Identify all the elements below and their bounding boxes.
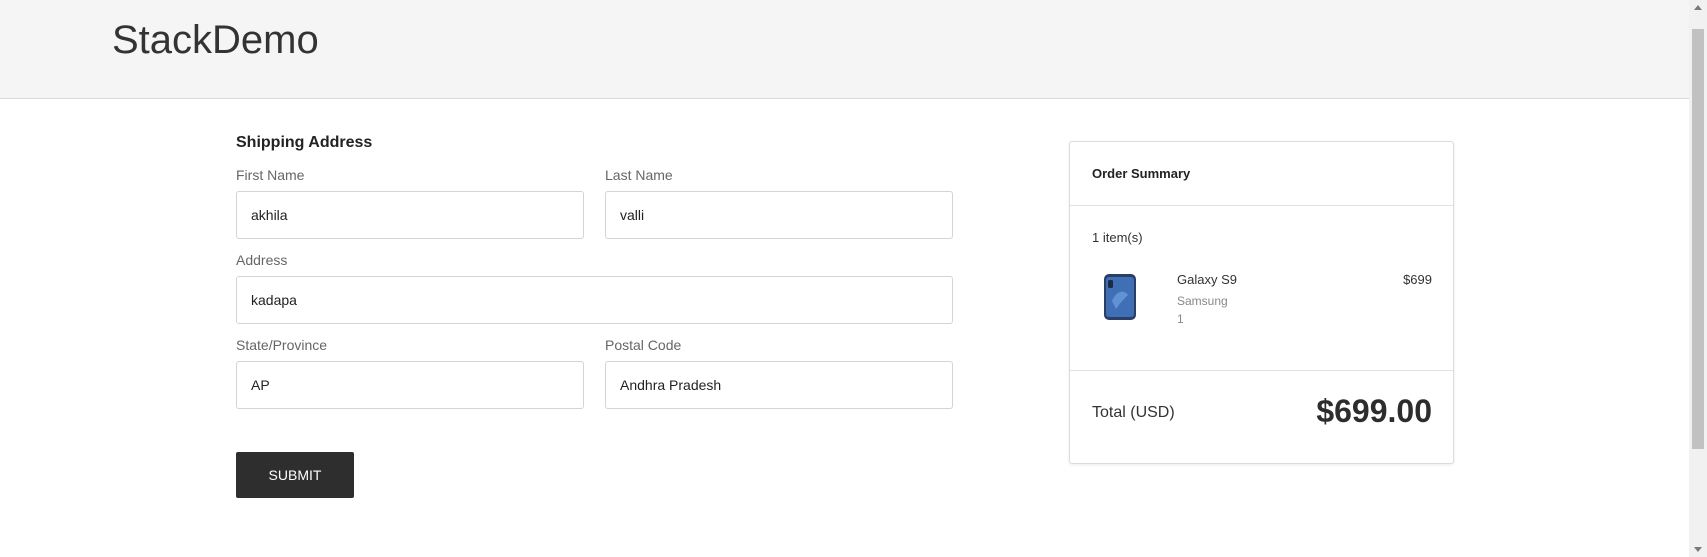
last-name-label: Last Name bbox=[605, 167, 673, 183]
state-label: State/Province bbox=[236, 337, 328, 353]
first-name-input[interactable] bbox=[236, 191, 584, 239]
last-name-input[interactable] bbox=[605, 191, 953, 239]
postal-code-input[interactable] bbox=[605, 361, 953, 409]
logo[interactable]: StackDemo bbox=[112, 18, 319, 63]
first-name-label: First Name bbox=[236, 167, 305, 183]
page: StackDemo Shipping Address First Name La… bbox=[0, 0, 1707, 557]
total-value: $699.00 bbox=[1316, 393, 1432, 429]
shipping-form: Shipping Address bbox=[236, 134, 953, 152]
first-name-group: First Name bbox=[236, 167, 584, 239]
postal-code-label: Postal Code bbox=[605, 337, 682, 353]
product-name: Galaxy S9 bbox=[1177, 272, 1237, 287]
item-count: 1 item(s) bbox=[1092, 230, 1143, 245]
order-summary-items: 1 item(s) Galaxy S9 Samsung 1 $699 bbox=[1070, 206, 1453, 371]
address-group: Address bbox=[236, 252, 953, 324]
total-label: Total (USD) bbox=[1092, 404, 1175, 421]
scroll-down-arrow-icon[interactable] bbox=[1694, 547, 1702, 552]
order-summary-title: Order Summary bbox=[1070, 142, 1453, 206]
postal-code-group: Postal Code bbox=[605, 337, 953, 409]
state-input[interactable] bbox=[236, 361, 584, 409]
submit-button[interactable]: SUBMIT bbox=[236, 452, 354, 498]
scroll-thumb[interactable] bbox=[1692, 29, 1704, 449]
product-brand: Samsung bbox=[1177, 294, 1228, 308]
product-quantity: 1 bbox=[1177, 312, 1184, 326]
vertical-scrollbar[interactable] bbox=[1689, 0, 1707, 557]
order-summary-card: Order Summary 1 item(s) Galaxy S9 Samsun… bbox=[1069, 141, 1454, 464]
last-name-group: Last Name bbox=[605, 167, 953, 239]
scroll-up-arrow-icon[interactable] bbox=[1694, 5, 1702, 10]
product-price: $699 bbox=[1403, 272, 1432, 287]
address-input[interactable] bbox=[236, 276, 953, 324]
state-group: State/Province bbox=[236, 337, 584, 409]
phone-image-icon bbox=[1102, 273, 1138, 321]
shipping-title: Shipping Address bbox=[236, 134, 373, 151]
top-bar: StackDemo bbox=[0, 0, 1689, 99]
address-label: Address bbox=[236, 252, 288, 268]
